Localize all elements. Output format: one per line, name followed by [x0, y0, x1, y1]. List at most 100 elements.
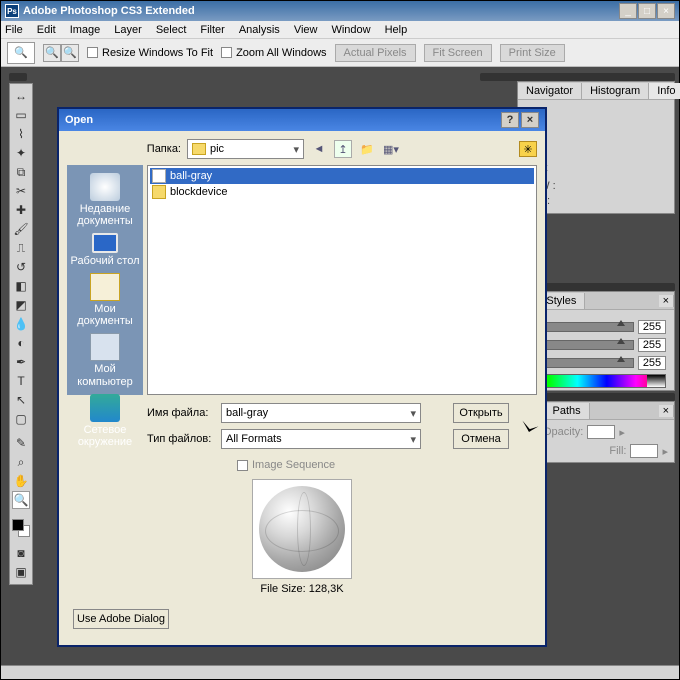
explorer-icon[interactable]: 📁 — [358, 140, 376, 158]
file-icon — [152, 185, 166, 199]
photoshop-icon: Ps — [5, 4, 19, 18]
views-icon[interactable]: ▦▾ — [382, 140, 400, 158]
file-list[interactable]: ball-gray blockdevice — [147, 165, 537, 395]
menu-filter[interactable]: Filter — [200, 24, 224, 36]
zoom-in-icon[interactable]: 🔍 — [43, 44, 61, 62]
minimize-button[interactable]: _ — [619, 3, 637, 19]
resize-windows-checkbox[interactable]: Resize Windows To Fit — [87, 47, 213, 59]
menu-layer[interactable]: Layer — [114, 24, 142, 36]
image-file-icon — [152, 169, 166, 183]
lasso-tool-icon[interactable]: ⌇ — [12, 125, 30, 143]
tab-paths[interactable]: Paths — [544, 403, 589, 419]
tab-histogram[interactable]: Histogram — [582, 83, 649, 99]
brush-tool-icon[interactable]: 🖌 — [12, 220, 30, 238]
notes-tool-icon[interactable]: ✎ — [12, 434, 30, 452]
blur-tool-icon[interactable]: 💧 — [12, 315, 30, 333]
type-tool-icon[interactable]: T — [12, 372, 30, 390]
preview-image — [259, 486, 345, 572]
new-folder-icon[interactable]: ✳ — [519, 141, 537, 157]
filetype-label: Тип файлов: — [147, 433, 215, 445]
color-swatches[interactable] — [12, 519, 32, 543]
filetype-select[interactable]: All Formats — [221, 429, 421, 449]
status-bar — [1, 665, 679, 679]
dialog-help-button[interactable]: ? — [501, 112, 519, 128]
panel-grip[interactable] — [480, 73, 675, 81]
hand-tool-icon[interactable]: ✋ — [12, 472, 30, 490]
place-mycomputer[interactable]: Мой компьютер — [67, 331, 143, 389]
zoom-all-checkbox[interactable]: Zoom All Windows — [221, 47, 326, 59]
maximize-button[interactable]: □ — [638, 3, 656, 19]
color-g-value[interactable]: 255 — [638, 338, 666, 352]
menu-select[interactable]: Select — [156, 24, 187, 36]
zoom-tool-indicator[interactable]: 🔍 — [7, 42, 35, 64]
place-recent[interactable]: Недавние документы — [67, 171, 143, 229]
tab-navigator[interactable]: Navigator — [518, 83, 582, 99]
open-dialog: Open ? × Папка: pic ◄ ↥ 📁 ▦▾ ✳ Недавни — [57, 107, 547, 647]
dialog-close-button[interactable]: × — [521, 112, 539, 128]
back-icon[interactable]: ◄ — [310, 140, 328, 158]
pen-tool-icon[interactable]: ✒ — [12, 353, 30, 371]
look-in-select[interactable]: pic — [187, 139, 304, 159]
dodge-tool-icon[interactable]: ◐ — [12, 334, 30, 352]
open-button[interactable]: Открыть — [453, 403, 509, 423]
color-b-value[interactable]: 255 — [638, 356, 666, 370]
print-size-button[interactable]: Print Size — [500, 44, 565, 62]
network-icon — [90, 394, 120, 422]
wand-tool-icon[interactable]: ✦ — [12, 144, 30, 162]
filename-label: Имя файла: — [147, 407, 215, 419]
path-tool-icon[interactable]: ↖ — [12, 391, 30, 409]
place-network[interactable]: Сетевое окружение — [67, 392, 143, 450]
heal-tool-icon[interactable]: ✚ — [12, 201, 30, 219]
screen-mode-icon[interactable]: ▣ — [12, 563, 30, 581]
crop-tool-icon[interactable]: ⧉ — [12, 163, 30, 181]
file-item[interactable]: ball-gray — [150, 168, 534, 184]
menu-view[interactable]: View — [294, 24, 318, 36]
color-r-value[interactable]: 255 — [638, 320, 666, 334]
cancel-button[interactable]: Отмена — [453, 429, 509, 449]
up-folder-icon[interactable]: ↥ — [334, 140, 352, 158]
eraser-tool-icon[interactable]: ◧ — [12, 277, 30, 295]
tab-info[interactable]: Info — [649, 83, 680, 99]
slice-tool-icon[interactable]: ✂ — [12, 182, 30, 200]
menu-edit[interactable]: Edit — [37, 24, 56, 36]
computer-icon — [90, 333, 120, 361]
shape-tool-icon[interactable]: ▢ — [12, 410, 30, 428]
eyedropper-tool-icon[interactable]: ⌕ — [12, 453, 30, 471]
quick-mask-icon[interactable]: ◙ — [12, 544, 30, 562]
recent-icon — [90, 173, 120, 201]
fill-input[interactable] — [630, 444, 658, 458]
options-bar: 🔍 🔍 🔍 Resize Windows To Fit Zoom All Win… — [1, 39, 679, 67]
menu-help[interactable]: Help — [385, 24, 408, 36]
mydocs-icon — [90, 273, 120, 301]
opacity-input[interactable] — [587, 425, 615, 439]
toolbox: ↔ ▭ ⌇ ✦ ⧉ ✂ ✚ 🖌 ⎍ ↺ ◧ ◩ 💧 ◐ ✒ T ↖ ▢ ✎ ⌕ … — [9, 83, 33, 585]
file-item[interactable]: blockdevice — [150, 184, 534, 200]
actual-pixels-button[interactable]: Actual Pixels — [335, 44, 416, 62]
zoom-out-icon[interactable]: 🔍 — [61, 44, 79, 62]
place-mydocs[interactable]: Мои документы — [67, 271, 143, 329]
zoom-tool-icon[interactable]: 🔍 — [12, 491, 30, 509]
gradient-tool-icon[interactable]: ◩ — [12, 296, 30, 314]
menu-analysis[interactable]: Analysis — [239, 24, 280, 36]
fit-screen-button[interactable]: Fit Screen — [424, 44, 492, 62]
menu-image[interactable]: Image — [70, 24, 101, 36]
panel-close-icon[interactable]: × — [659, 295, 674, 307]
move-tool-icon[interactable]: ↔ — [12, 87, 30, 105]
use-adobe-dialog-button[interactable]: Use Adobe Dialog — [73, 609, 169, 629]
image-sequence-checkbox[interactable] — [237, 460, 248, 471]
menu-window[interactable]: Window — [331, 24, 370, 36]
menu-bar: File Edit Image Layer Select Filter Anal… — [1, 21, 679, 39]
image-sequence-label: Image Sequence — [252, 459, 335, 471]
stamp-tool-icon[interactable]: ⎍ — [12, 239, 30, 257]
history-tool-icon[interactable]: ↺ — [12, 258, 30, 276]
folder-icon — [192, 143, 206, 155]
filename-input[interactable]: ball-gray — [221, 403, 421, 423]
preview-box — [252, 479, 352, 579]
marquee-tool-icon[interactable]: ▭ — [12, 106, 30, 124]
panel-close-icon[interactable]: × — [659, 405, 674, 417]
place-desktop[interactable]: Рабочий стол — [70, 231, 139, 269]
close-button[interactable]: × — [657, 3, 675, 19]
look-in-label: Папка: — [141, 143, 181, 155]
menu-file[interactable]: File — [5, 24, 23, 36]
toolbox-grip[interactable] — [9, 73, 27, 81]
